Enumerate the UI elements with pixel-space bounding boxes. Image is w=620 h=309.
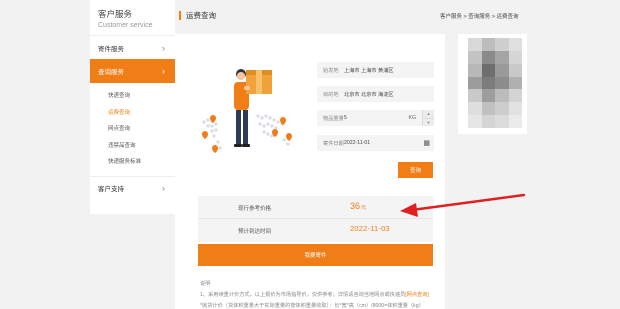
chevron-right-icon: › [162, 183, 165, 193]
date-value: 2022-11-01 [344, 140, 371, 146]
sidebar-item-label: 寄件服务 [98, 45, 124, 53]
page-title: 运费查询 [186, 11, 216, 20]
query-button[interactable]: 查询 [398, 162, 433, 178]
notes-line-1-text: 1、采用续重计价方式，以上报价为市场指导价，仅供参考；详情请咨询当地网点或快递员 [200, 292, 406, 298]
sidebar-item-query[interactable]: 查询服务 › [90, 59, 175, 83]
destination-label: 目的地 [323, 91, 339, 98]
sidebar-item-label: 查询服务 [98, 69, 124, 76]
chevron-right-icon: › [162, 66, 165, 76]
sidebar-title: 客户服务 [98, 9, 133, 19]
send-package-button[interactable]: 我要寄件 [198, 244, 433, 266]
price-label: 现行参考价格 [238, 206, 272, 212]
sidebar-subtitle: Customer service [98, 22, 153, 29]
sidebar-header: 客户服务 Customer service [90, 0, 175, 35]
sidebar-item-shipping[interactable]: 寄件服务 › [90, 35, 175, 59]
arrival-value: 2022-11-03 [350, 224, 390, 233]
weight-field[interactable]: 物品重量 5 KG ▲ ▼ [317, 110, 434, 126]
sidebar-submenu: 快递查询 运费查询 网点查询 违禁品查询 快递服务标准 [90, 83, 175, 176]
submenu-item-express-tracking[interactable]: 快递查询 [90, 87, 175, 104]
origin-value: 上海市 上海市 黄浦区 [344, 67, 394, 74]
stepper-down-icon[interactable]: ▼ [423, 118, 434, 126]
origin-field[interactable]: 始发地 上海市 上海市 黄浦区 [317, 62, 434, 78]
weight-label: 物品重量 [323, 115, 344, 122]
arrival-label: 预计到达时间 [238, 229, 272, 235]
origin-label: 始发地 [323, 67, 339, 74]
delivery-illustration [202, 69, 292, 153]
calendar-icon[interactable]: ▦ [423, 139, 430, 147]
sidebar: 客户服务 Customer service 寄件服务 › 查询服务 › 快递查询… [90, 0, 175, 214]
breadcrumb: 客户服务 > 查询服务 > 运费查询 [440, 14, 519, 20]
sidebar-item-label: 客户支持 [98, 186, 124, 193]
date-field[interactable]: 寄件日期 2022-11-01 ▦ [317, 135, 434, 151]
price-value: 36 [350, 201, 361, 211]
price-display: 36元 [350, 201, 366, 211]
freight-query-panel: 始发地 上海市 上海市 黄浦区 目的地 北京市 北京市 海淀区 物品重量 5 K… [175, 34, 445, 309]
price-unit: 元 [361, 205, 367, 211]
destination-field[interactable]: 目的地 北京市 北京市 海淀区 [317, 86, 434, 102]
destination-value: 北京市 北京市 海淀区 [344, 91, 394, 98]
qr-code-panel [458, 34, 527, 134]
arrival-row: 预计到达时间 2022-11-03 [198, 219, 433, 242]
submenu-item-freight-query[interactable]: 运费查询 [90, 104, 175, 121]
sidebar-item-support[interactable]: 客户支持 › [90, 175, 175, 200]
annotation-arrow-icon [400, 193, 526, 217]
submenu-item-service-standard[interactable]: 快递服务标准 [90, 153, 175, 170]
weight-input[interactable]: 5 [344, 115, 409, 121]
submenu-item-prohibited-query[interactable]: 违禁品查询 [90, 137, 175, 154]
title-accent-bar [179, 11, 181, 20]
notes-section: 说明 1、采用续重计价方式，以上报价为市场指导价，仅供参考；详情请咨询当地网点或… [200, 279, 429, 309]
notes-line-1: 1、采用续重计价方式，以上报价为市场指导价，仅供参考；详情请咨询当地网点或快递员… [200, 290, 429, 301]
notes-title: 说明 [200, 281, 211, 287]
qr-code-image [468, 38, 522, 128]
stepper-up-icon[interactable]: ▲ [423, 110, 434, 119]
weight-stepper[interactable]: ▲ ▼ [422, 110, 434, 126]
date-label: 寄件日期 [323, 140, 344, 147]
submenu-item-outlet-query[interactable]: 网点查询 [90, 120, 175, 137]
outlet-query-link[interactable]: [网点查询] [405, 292, 429, 298]
page-header: 运费查询 [175, 0, 445, 30]
weight-unit: KG [408, 115, 417, 121]
notes-line-2: *抛货计价（货体积重量大于实际重量的按体积重量收取）：长*宽*高（cm）/800… [200, 303, 424, 309]
chevron-right-icon: › [162, 42, 165, 53]
